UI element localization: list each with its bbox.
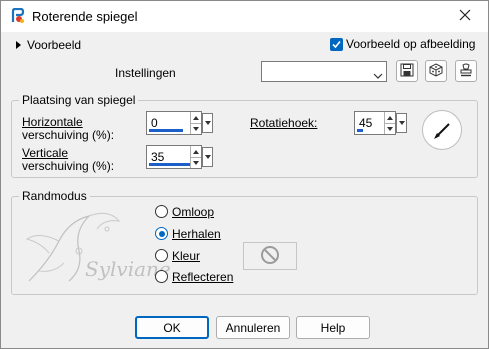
spin-down-icon[interactable]	[191, 123, 201, 134]
preview-on-image-checkbox[interactable]: Voorbeeld op afbeelding	[330, 37, 475, 51]
edge-option-kleur[interactable]: Kleur	[155, 248, 225, 264]
radio-kleur[interactable]	[155, 249, 168, 262]
vertical-shift-value: 35	[151, 150, 165, 164]
triangle-right-icon	[16, 41, 21, 49]
radio-omloop[interactable]	[155, 205, 168, 218]
horizontal-shift-arrows[interactable]	[190, 112, 201, 134]
spin-up-icon[interactable]	[191, 112, 201, 123]
chevron-down-icon	[373, 68, 383, 82]
rotation-slider-bar[interactable]	[357, 129, 363, 132]
edge-option-reflecteren-label: Reflecteren	[172, 270, 233, 284]
spin-down-icon[interactable]	[385, 123, 395, 134]
rotation-dial[interactable]	[422, 110, 462, 150]
edge-option-reflecteren[interactable]: Reflecteren	[155, 269, 245, 285]
rotation-spinner[interactable]: 45	[354, 111, 407, 135]
dice-icon	[429, 62, 443, 80]
randomize-button[interactable]	[425, 60, 447, 82]
rotation-arrows[interactable]	[384, 112, 395, 134]
rotation-dropdown[interactable]	[396, 113, 407, 133]
edge-option-reflecteren-text: Reflecteren	[172, 270, 234, 284]
placement-group-title: Plaatsing van spiegel	[19, 93, 139, 107]
horizontal-shift-slider-bar[interactable]	[149, 129, 183, 132]
save-preset-button[interactable]	[396, 60, 418, 82]
window-title: Roterende spiegel	[32, 9, 138, 24]
preview-toggle-label: Voorbeeld	[27, 38, 82, 52]
edge-option-herhalen-label: Herhalen	[172, 227, 221, 241]
cancel-button[interactable]: Annuleren	[216, 316, 290, 339]
horizontal-shift-label: Horizontale verschuiving (%):	[22, 116, 114, 142]
close-icon	[459, 9, 471, 24]
vertical-shift-label-line2: verschuiving (%):	[22, 159, 115, 173]
reset-button[interactable]	[455, 60, 477, 82]
save-icon	[400, 63, 414, 80]
vertical-shift-slider-bar[interactable]	[149, 163, 191, 166]
cancel-button-label: Annuleren	[225, 320, 281, 335]
spin-up-icon[interactable]	[385, 112, 395, 123]
edge-option-herhalen-text: Herhalen	[172, 227, 221, 241]
rotation-label-text: Rotatiehoek:	[250, 116, 318, 130]
edge-option-kleur-label: Kleur	[172, 249, 200, 263]
horizontal-shift-label-line1: Horizontale	[22, 115, 83, 129]
horizontal-shift-dropdown[interactable]	[202, 113, 213, 133]
help-button[interactable]: Help	[296, 316, 370, 339]
preview-on-image-label: Voorbeeld op afbeelding	[346, 37, 476, 51]
edge-option-kleur-text: Kleur	[172, 249, 201, 263]
vertical-shift-spinner[interactable]: 35	[146, 145, 213, 169]
title-bar: Roterende spiegel	[1, 1, 488, 32]
rotation-value: 45	[359, 116, 373, 130]
vertical-shift-arrows[interactable]	[190, 146, 201, 168]
preview-toggle[interactable]: Voorbeeld	[16, 38, 81, 52]
stamp-icon	[459, 63, 473, 80]
settings-dropdown[interactable]	[261, 61, 387, 82]
help-button-label: Help	[320, 320, 346, 335]
dialog-window: Roterende spiegel Voorbeeld Voorbeeld op…	[0, 0, 489, 349]
app-icon	[10, 7, 26, 24]
spin-down-icon[interactable]	[191, 157, 201, 168]
watermark: Sylviane	[19, 201, 171, 293]
checkbox-checked-icon	[330, 37, 343, 51]
horizontal-shift-value: 0	[151, 116, 158, 130]
edge-option-herhalen[interactable]: Herhalen	[155, 226, 235, 242]
horizontal-shift-spinner[interactable]: 0	[146, 111, 213, 135]
edge-color-swatch[interactable]	[243, 242, 297, 270]
edge-option-omloop-label: Omloop	[172, 205, 214, 219]
horizontal-shift-label-line2: verschuiving (%):	[22, 128, 115, 142]
edge-option-omloop[interactable]: Omloop	[155, 204, 225, 220]
no-color-icon	[260, 245, 280, 268]
edge-option-omloop-text: Omloop	[172, 205, 215, 219]
vertical-shift-dropdown[interactable]	[202, 147, 213, 167]
radio-reflecteren[interactable]	[155, 270, 168, 283]
settings-label: Instellingen	[115, 66, 176, 80]
rotation-label: Rotatiehoek:	[250, 116, 317, 130]
vertical-shift-label-line1: Verticale	[22, 146, 69, 160]
vertical-shift-label: Verticale verschuiving (%):	[22, 147, 114, 173]
ok-button[interactable]: OK	[135, 316, 209, 339]
radio-herhalen[interactable]	[155, 227, 168, 240]
ok-button-label: OK	[163, 320, 181, 335]
dial-icon	[423, 111, 463, 154]
close-button[interactable]	[442, 1, 488, 32]
spin-up-icon[interactable]	[191, 146, 201, 157]
